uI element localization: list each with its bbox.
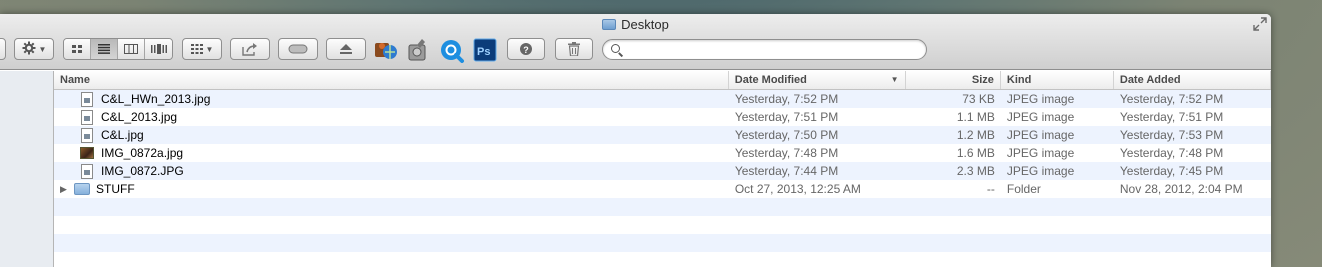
network-utility-app-icon[interactable] xyxy=(373,37,399,63)
file-name: C&L.jpg xyxy=(101,128,144,142)
photo-thumbnail-icon xyxy=(80,147,94,159)
photoshop-app-icon[interactable]: Ps xyxy=(472,37,498,63)
jpeg-doc-icon xyxy=(81,91,93,107)
file-kind: JPEG image xyxy=(1006,110,1075,124)
icon-view-icon xyxy=(72,45,82,53)
action-gear-button[interactable]: ▼ xyxy=(14,38,54,60)
file-kind: JPEG image xyxy=(1006,146,1075,160)
search-field[interactable] xyxy=(602,39,927,60)
get-info-button[interactable]: ? xyxy=(507,38,545,60)
folder-icon xyxy=(74,183,90,195)
fullscreen-icon[interactable] xyxy=(1253,17,1267,31)
file-date-added: Yesterday, 7:52 PM xyxy=(1119,92,1224,106)
file-date-added: Yesterday, 7:51 PM xyxy=(1119,110,1224,124)
search-input[interactable] xyxy=(627,42,917,57)
list-view-button[interactable] xyxy=(91,39,118,59)
file-row[interactable]: C&L_HWn_2013.jpg Yesterday, 7:52 PM 73 K… xyxy=(54,90,1271,108)
edit-tags-button[interactable] xyxy=(278,38,318,60)
info-icon: ? xyxy=(520,43,532,55)
quicktime-app-icon[interactable] xyxy=(439,37,465,63)
svg-text:Ps: Ps xyxy=(477,46,490,58)
icon-view-button[interactable] xyxy=(64,39,91,59)
delete-button[interactable] xyxy=(555,38,593,60)
file-name: STUFF xyxy=(96,182,135,196)
finder-window: Desktop ▼ ▼ Ps ? Name Date Modified ▼ Si… xyxy=(0,14,1271,267)
column-header-name[interactable]: Name xyxy=(54,71,729,89)
file-size: -- xyxy=(986,182,995,196)
partial-toolbar-button[interactable] xyxy=(0,38,6,60)
sort-descending-icon: ▼ xyxy=(890,75,899,84)
coverflow-view-button[interactable] xyxy=(145,39,172,59)
file-date-modified: Yesterday, 7:44 PM xyxy=(734,164,839,178)
file-date-modified: Yesterday, 7:52 PM xyxy=(734,92,839,106)
svg-text:?: ? xyxy=(523,45,529,55)
chevron-down-icon: ▼ xyxy=(38,44,47,54)
folder-icon xyxy=(602,19,617,30)
toolbar: Desktop ▼ ▼ Ps ? xyxy=(0,14,1271,70)
view-mode-segmented-control xyxy=(63,38,173,60)
file-name: IMG_0872.JPG xyxy=(101,164,184,178)
share-button[interactable] xyxy=(230,38,270,60)
file-size: 2.3 MB xyxy=(956,164,995,178)
arrange-button[interactable]: ▼ xyxy=(182,38,222,60)
empty-row xyxy=(54,234,1271,252)
file-kind: Folder xyxy=(1006,182,1041,196)
column-header-size[interactable]: Size xyxy=(906,71,1001,89)
file-name: IMG_0872a.jpg xyxy=(101,146,184,160)
folder-row[interactable]: ▶ STUFF Oct 27, 2013, 12:25 AM -- Folder … xyxy=(54,180,1271,198)
eject-icon xyxy=(340,44,352,54)
file-date-modified: Yesterday, 7:48 PM xyxy=(734,146,839,160)
empty-row xyxy=(54,216,1271,234)
jpeg-doc-icon xyxy=(81,163,93,179)
file-size: 1.6 MB xyxy=(956,146,995,160)
empty-row xyxy=(54,198,1271,216)
search-icon xyxy=(611,44,620,53)
empty-row xyxy=(54,252,1271,267)
file-row[interactable]: C&L_2013.jpg Yesterday, 7:51 PM 1.1 MB J… xyxy=(54,108,1271,126)
window-title-text: Desktop xyxy=(621,17,669,32)
column-view-button[interactable] xyxy=(118,39,145,59)
file-kind: JPEG image xyxy=(1006,164,1075,178)
sidebar xyxy=(0,71,54,267)
file-date-modified: Yesterday, 7:51 PM xyxy=(734,110,839,124)
file-size: 1.2 MB xyxy=(956,128,995,142)
coverflow-view-icon xyxy=(150,44,167,54)
file-date-added: Yesterday, 7:48 PM xyxy=(1119,146,1224,160)
arrange-grid-icon xyxy=(190,44,203,54)
file-date-added: Nov 28, 2012, 2:04 PM xyxy=(1119,182,1243,196)
file-rows: C&L_HWn_2013.jpg Yesterday, 7:52 PM 73 K… xyxy=(54,90,1271,267)
file-date-modified: Oct 27, 2013, 12:25 AM xyxy=(734,182,861,196)
file-size: 1.1 MB xyxy=(956,110,995,124)
file-row[interactable]: IMG_0872.JPG Yesterday, 7:44 PM 2.3 MB J… xyxy=(54,162,1271,180)
file-kind: JPEG image xyxy=(1006,128,1075,142)
jpeg-doc-icon xyxy=(81,109,93,125)
file-list: Name Date Modified ▼ Size Kind Date Adde… xyxy=(54,71,1271,267)
column-header-row: Name Date Modified ▼ Size Kind Date Adde… xyxy=(54,71,1271,90)
file-name: C&L_HWn_2013.jpg xyxy=(101,92,211,106)
gear-icon xyxy=(22,41,36,58)
column-header-date-modified-label: Date Modified xyxy=(734,74,807,86)
file-row[interactable]: C&L.jpg Yesterday, 7:50 PM 1.2 MB JPEG i… xyxy=(54,126,1271,144)
disk-utility-app-icon[interactable] xyxy=(405,37,431,63)
jpeg-doc-icon xyxy=(81,127,93,143)
window-title: Desktop xyxy=(0,17,1271,32)
column-header-date-added[interactable]: Date Added xyxy=(1114,71,1271,89)
file-size: 73 KB xyxy=(962,92,995,106)
chevron-down-icon: ▼ xyxy=(205,44,214,54)
eject-button[interactable] xyxy=(326,38,366,60)
column-view-icon xyxy=(124,44,138,54)
file-kind: JPEG image xyxy=(1006,92,1075,106)
file-date-added: Yesterday, 7:53 PM xyxy=(1119,128,1224,142)
trash-icon xyxy=(568,42,580,56)
tag-pill-icon xyxy=(288,44,308,54)
file-date-modified: Yesterday, 7:50 PM xyxy=(734,128,839,142)
share-icon xyxy=(242,42,257,56)
file-date-added: Yesterday, 7:45 PM xyxy=(1119,164,1224,178)
file-name: C&L_2013.jpg xyxy=(101,110,178,124)
column-header-date-modified[interactable]: Date Modified ▼ xyxy=(729,71,906,89)
file-row[interactable]: IMG_0872a.jpg Yesterday, 7:48 PM 1.6 MB … xyxy=(54,144,1271,162)
disclosure-triangle-icon[interactable]: ▶ xyxy=(60,184,74,195)
column-header-kind[interactable]: Kind xyxy=(1001,71,1114,89)
list-view-icon xyxy=(98,44,110,54)
